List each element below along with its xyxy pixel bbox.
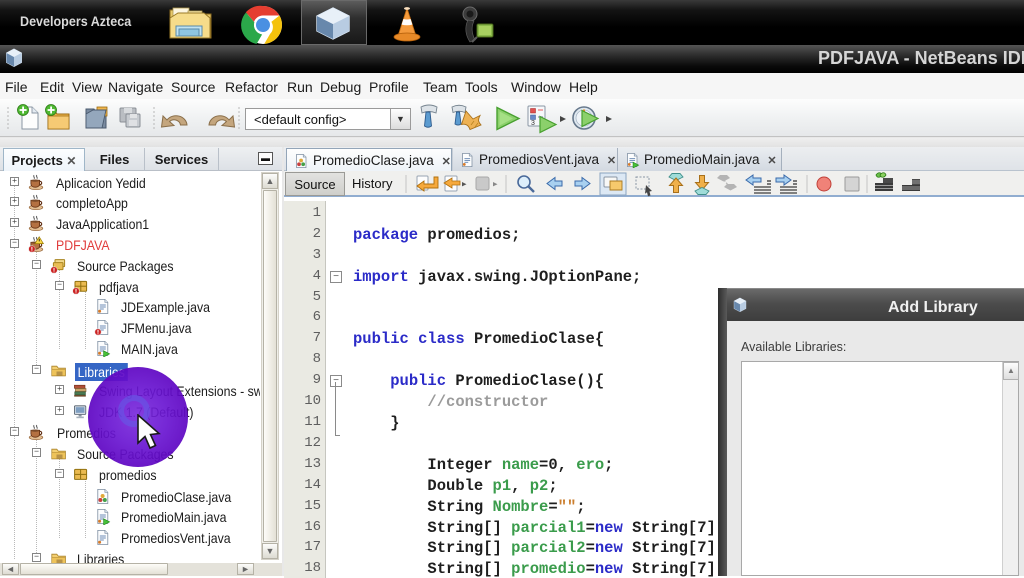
svg-text:3: 3	[531, 120, 535, 127]
